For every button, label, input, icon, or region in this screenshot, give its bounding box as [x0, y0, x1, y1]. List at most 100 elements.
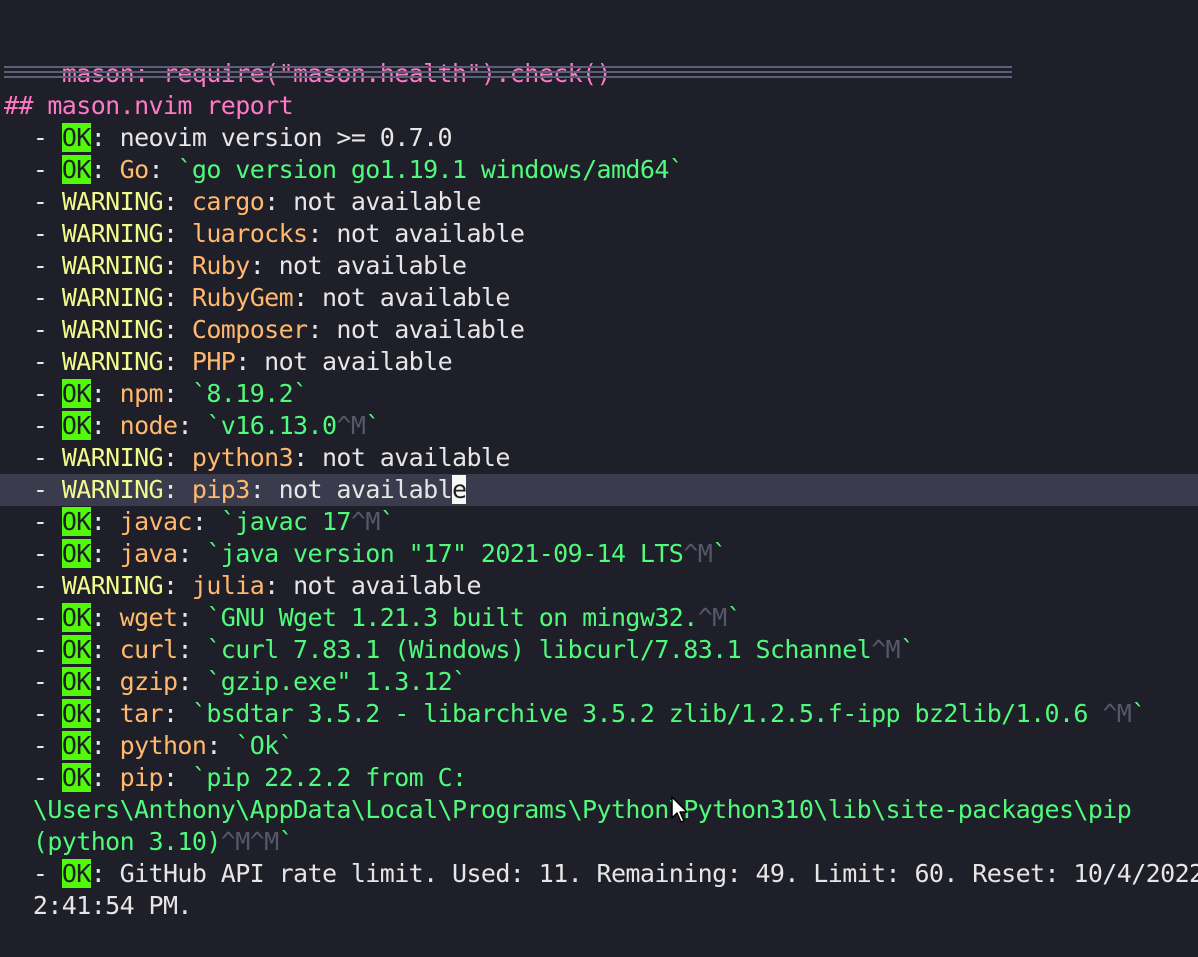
backtick: `: [726, 603, 742, 632]
bullet: -: [4, 859, 62, 888]
tool-name: gzip: [119, 667, 178, 696]
ok-badge: OK: [61, 667, 91, 696]
report-row-tar: - OK: tar: `bsdtar 3.5.2 - libarchive 3.…: [0, 698, 1198, 730]
colon: :: [162, 443, 192, 472]
carriage-return-marker: ^M: [1102, 699, 1132, 728]
version-output: java version "17" 2021-09-14 LTS: [220, 539, 684, 568]
carriage-return-marker: ^M^M: [220, 827, 279, 856]
report-row-java: - OK: java: `java version "17" 2021-09-1…: [0, 538, 1198, 570]
bullet: -: [4, 731, 62, 760]
section-heading: ## mason.nvim report: [0, 90, 1198, 122]
rate-limit-text: GitHub API rate limit. Used: 11. Remaini…: [119, 859, 1198, 888]
bullet: -: [4, 763, 62, 792]
backtick: `: [206, 411, 221, 440]
report-row-pip: - OK: pip: `pip 22.2.2 from C:: [0, 762, 1198, 794]
colon: :: [264, 187, 294, 216]
report-row-cargo: - WARNING: cargo: not available: [0, 186, 1198, 218]
colon: :: [249, 475, 279, 504]
tool-name: pip: [119, 763, 164, 792]
colon: :: [177, 603, 207, 632]
report-row-python: - OK: python: `Ok`: [0, 730, 1198, 762]
backtick: `: [206, 539, 221, 568]
colon: :: [90, 603, 120, 632]
report-row-npm: - OK: npm: `8.19.2`: [0, 378, 1198, 410]
text-cursor: e: [452, 475, 467, 504]
report-row-rubygem: - WARNING: RubyGem: not available: [0, 282, 1198, 314]
tool-name: java: [119, 539, 178, 568]
report-row-pip3-cursorline[interactable]: - WARNING: pip3: not available: [0, 474, 1198, 506]
report-row-ruby: - WARNING: Ruby: not available: [0, 250, 1198, 282]
section-title: mason.nvim report: [47, 91, 294, 120]
mouse-pointer-icon: [671, 796, 688, 823]
backtick: `: [365, 411, 380, 440]
tool-name: julia: [191, 571, 265, 600]
colon: :: [162, 571, 192, 600]
backtick: `: [668, 155, 684, 184]
tool-name: cargo: [191, 187, 265, 216]
report-row-curl: - OK: curl: `curl 7.83.1 (Windows) libcu…: [0, 634, 1198, 666]
backtick: `: [278, 731, 294, 760]
warning-label: WARNING: [61, 187, 164, 216]
version-output: 8.19.2: [206, 379, 294, 408]
ok-badge: OK: [61, 603, 91, 632]
colon: :: [162, 251, 192, 280]
report-row-pip-wrap-2: (python 3.10)^M^M`: [0, 826, 1198, 858]
report-row-luarocks: - WARNING: luarocks: not available: [0, 218, 1198, 250]
ok-badge: OK: [61, 699, 91, 728]
report-row-gzip: - OK: gzip: `gzip.exe" 1.3.12`: [0, 666, 1198, 698]
tool-name: Composer: [191, 315, 308, 344]
bullet: -: [4, 347, 62, 376]
backtick: `: [379, 507, 395, 536]
bullet: -: [4, 379, 62, 408]
carriage-return-marker: ^M: [697, 603, 728, 632]
tool-name: javac: [119, 507, 193, 536]
ok-badge: OK: [61, 155, 91, 184]
backtick: `: [1131, 699, 1146, 728]
ok-badge: OK: [61, 731, 91, 760]
backtick: `: [191, 699, 207, 728]
backtick: `: [278, 827, 294, 856]
report-row-go: - OK: Go: `go version go1.19.1 windows/a…: [0, 154, 1198, 186]
report-row-python3: - WARNING: python3: not available: [0, 442, 1198, 474]
bullet: -: [4, 571, 62, 600]
colon: :: [90, 507, 120, 536]
colon: :: [162, 763, 192, 792]
backtick: `: [235, 731, 250, 760]
bullet: -: [4, 699, 62, 728]
colon: :: [162, 187, 192, 216]
colon: :: [90, 123, 120, 152]
bullet: -: [4, 219, 62, 248]
terminal-window[interactable]: mason: require("mason.health").check() #…: [0, 0, 1198, 957]
warning-label: WARNING: [61, 475, 164, 504]
colon: :: [90, 763, 120, 792]
version-output: gzip.exe" 1.3.12: [220, 667, 453, 696]
health-command-line: mason: require("mason.health").check(): [0, 26, 1198, 88]
tool-name: pip3: [191, 475, 250, 504]
colon: :: [162, 315, 192, 344]
bullet: -: [4, 411, 62, 440]
heading-marker: ##: [4, 91, 48, 120]
bullet: -: [4, 155, 62, 184]
colon: :: [249, 251, 279, 280]
backtick: `: [900, 635, 915, 664]
version-output: javac 17: [235, 507, 351, 536]
backtick: `: [206, 635, 221, 664]
colon: :: [293, 443, 322, 472]
colon: :: [90, 859, 120, 888]
backtick: `: [293, 379, 308, 408]
warning-label: WARNING: [61, 443, 164, 472]
status-text: not available: [336, 219, 525, 248]
colon: :: [177, 539, 207, 568]
ok-badge: OK: [61, 539, 91, 568]
ok-badge: OK: [61, 123, 91, 152]
colon: :: [90, 411, 120, 440]
report-row-javac: - OK: javac: `javac 17^M`: [0, 506, 1198, 538]
bullet: -: [4, 603, 62, 632]
report-row-pip-wrap-1: \Users\Anthony\AppData\Local\Programs\Py…: [0, 794, 1198, 826]
colon: :: [307, 219, 337, 248]
backtick: `: [191, 763, 207, 792]
status-text: not available: [293, 187, 481, 216]
backtick: `: [452, 667, 467, 696]
status-text: not available: [321, 443, 510, 472]
bullet: -: [4, 539, 62, 568]
